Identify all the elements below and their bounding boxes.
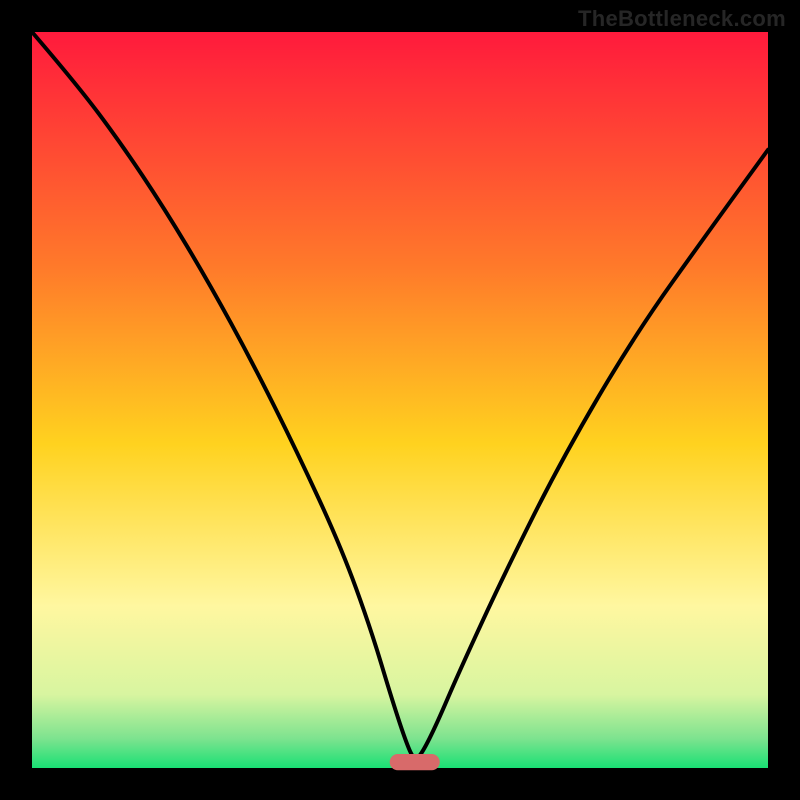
optimal-marker [390,754,440,770]
chart-stage: { "watermark": "TheBottleneck.com", "col… [0,0,800,800]
bottleneck-chart [0,0,800,800]
watermark-text: TheBottleneck.com [578,6,786,32]
plot-area [32,32,768,768]
